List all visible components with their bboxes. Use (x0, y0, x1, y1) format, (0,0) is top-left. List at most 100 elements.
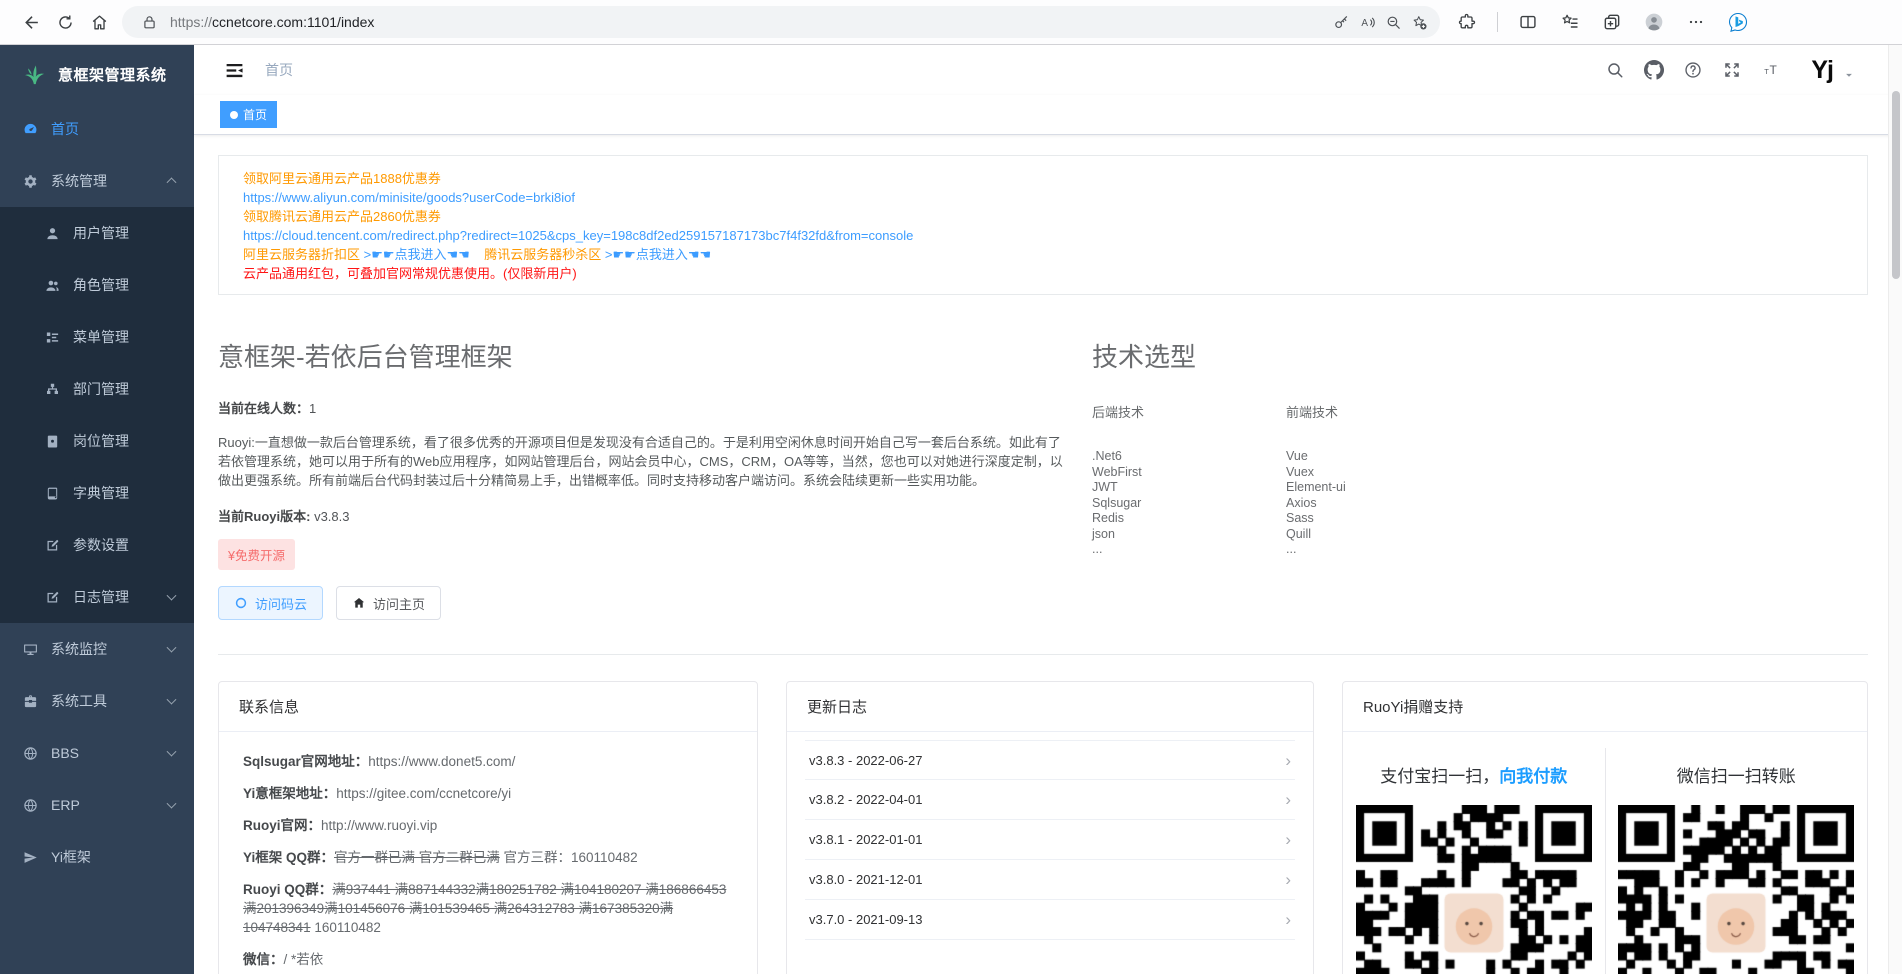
sidebar: 意框架管理系统 首页系统管理用户管理角色管理菜单管理部门管理岗位管理字典管理参数… (0, 45, 194, 974)
sitemap-icon (45, 382, 60, 397)
contact-label: Ruoyi QQ群： (243, 882, 332, 897)
donate-card: RuoYi捐赠支持 支付宝扫一扫，向我付款 微信扫一扫转账 (1342, 681, 1868, 974)
user-avatar[interactable]: Yj (1811, 56, 1833, 85)
contact-row: Ruoyi官网：http://www.ruoyi.vip (243, 816, 733, 835)
sidebar-toggle-icon[interactable] (224, 60, 245, 81)
back-icon[interactable] (14, 6, 48, 38)
github-icon[interactable] (1639, 55, 1669, 85)
contact-row: Sqlsugar官网地址：https://www.donet5.com/ (243, 752, 733, 771)
sidebar-item-label: 岗位管理 (73, 431, 129, 451)
sidebar-item-label: 角色管理 (73, 275, 129, 295)
lock-icon[interactable] (136, 9, 162, 35)
changelog-item[interactable]: v3.7.0 - 2021-09-13› (805, 900, 1295, 940)
read-aloud-icon[interactable] (1354, 9, 1380, 35)
version-value: v3.8.3 (314, 509, 349, 524)
frontend-tech-column: 前端技术 VueVuexElement-uiAxiosSassQuill... (1286, 398, 1480, 558)
scrollbar-thumb[interactable] (1892, 91, 1900, 279)
favorites-icon[interactable] (1553, 6, 1587, 38)
sidebar-item-post-mgmt[interactable]: 岗位管理 (0, 415, 194, 467)
visit-homepage-button[interactable]: 访问主页 (336, 586, 441, 620)
refresh-icon[interactable] (48, 6, 82, 38)
notice-text: 领取腾讯云通用云产品2860优惠券 (243, 209, 441, 224)
breadcrumb[interactable]: 首页 (265, 60, 293, 80)
chevron-down-icon[interactable] (1842, 68, 1856, 82)
changelog-item[interactable]: v3.8.3 - 2022-06-27› (805, 740, 1295, 780)
extensions-icon[interactable] (1450, 6, 1484, 38)
address-bar[interactable]: https://ccnetcore.com:1101/index (122, 6, 1440, 38)
changelog-label: v3.8.3 - 2022-06-27 (809, 753, 922, 768)
sidebar-item-label: 首页 (51, 119, 79, 139)
notice-text: 阿里云服务器折扣区 (243, 247, 364, 262)
collections-icon[interactable] (1595, 6, 1629, 38)
chevron-down-icon (167, 799, 177, 809)
notice-link[interactable]: >☛☛点我进入☚☚ (605, 247, 711, 262)
sidebar-item-dict-mgmt[interactable]: 字典管理 (0, 467, 194, 519)
pay-me-link[interactable]: 向我付款 (1499, 767, 1567, 786)
sidebar-item-system-monitor[interactable]: 系统监控 (0, 623, 194, 675)
search-icon[interactable] (1600, 55, 1630, 85)
alipay-column: 支付宝扫一扫，向我付款 (1343, 748, 1605, 974)
sidebar-item-user-mgmt[interactable]: 用户管理 (0, 207, 194, 259)
sidebar-item-label: ERP (51, 797, 80, 813)
notice-link[interactable]: https://cloud.tencent.com/redirect.php?r… (243, 228, 913, 243)
notice-link[interactable]: >☛☛点我进入☚☚ (364, 247, 470, 262)
tech-item: JWT (1092, 480, 1286, 496)
changelog-item[interactable]: v3.8.0 - 2021-12-01› (805, 860, 1295, 900)
intro-description: Ruoyi:一直想做一款后台管理系统，看了很多优秀的开源项目但是发现没有合适自己… (218, 433, 1064, 490)
app: 意框架管理系统 首页系统管理用户管理角色管理菜单管理部门管理岗位管理字典管理参数… (0, 45, 1902, 974)
tech-item: Element-ui (1286, 480, 1480, 496)
zoom-out-icon[interactable] (1380, 9, 1406, 35)
user-icon (45, 226, 60, 241)
contact-label: 微信： (243, 952, 284, 967)
bing-chat-icon[interactable] (1721, 6, 1755, 38)
sidebar-item-erp[interactable]: ERP (0, 779, 194, 831)
changelog-card-title: 更新日志 (787, 682, 1313, 732)
changelog-item[interactable]: v3.8.1 - 2022-01-01› (805, 820, 1295, 860)
page-title: 意框架-若依后台管理框架 (218, 337, 1064, 374)
page-scrollbar[interactable] (1888, 45, 1902, 974)
sidebar-item-label: 部门管理 (73, 379, 129, 399)
contact-card: 联系信息 Sqlsugar官网地址：https://www.donet5.com… (218, 681, 758, 974)
add-favorite-icon[interactable] (1406, 9, 1432, 35)
sidebar-item-label: 菜单管理 (73, 327, 129, 347)
notice-link[interactable]: https://www.aliyun.com/minisite/goods?us… (243, 190, 575, 205)
font-size-icon[interactable] (1756, 55, 1786, 85)
contact-label: Yi意框架地址： (243, 786, 336, 801)
profile-avatar[interactable] (1637, 6, 1671, 38)
notice-line: 阿里云服务器折扣区 >☛☛点我进入☚☚ 腾讯云服务器秒杀区 >☛☛点我进入☚☚ (243, 245, 1843, 264)
page-content: 领取阿里云通用云产品1888优惠券 https://www.aliyun.com/… (194, 135, 1902, 974)
contact-label: Sqlsugar官网地址： (243, 754, 368, 769)
notice-text: 领取阿里云通用云产品1888优惠券 (243, 171, 441, 186)
tech-item: Quill (1286, 527, 1480, 543)
chevron-down-icon (167, 591, 177, 601)
sidebar-item-dept-mgmt[interactable]: 部门管理 (0, 363, 194, 415)
contact-value: 160110482 (311, 920, 381, 935)
sidebar-item-system-tools[interactable]: 系统工具 (0, 675, 194, 727)
sidebar-item-bbs[interactable]: BBS (0, 727, 194, 779)
sidebar-item-yi-framework[interactable]: Yi框架 (0, 831, 194, 883)
visit-gitee-button[interactable]: 访问码云 (218, 586, 323, 620)
app-logo[interactable]: 意框架管理系统 (0, 45, 194, 103)
screen: https://ccnetcore.com:1101/index 意框架管理系统… (0, 0, 1902, 974)
notice-line: 领取阿里云通用云产品1888优惠券 (243, 169, 1843, 188)
sidebar-item-role-mgmt[interactable]: 角色管理 (0, 259, 194, 311)
tag-home[interactable]: 首页 (220, 101, 277, 128)
changelog-item[interactable]: v3.8.2 - 2022-04-01› (805, 780, 1295, 820)
key-icon[interactable] (1328, 9, 1354, 35)
sidebar-item-param-settings[interactable]: 参数设置 (0, 519, 194, 571)
online-count: 1 (309, 401, 316, 416)
sidebar-item-log-mgmt[interactable]: 日志管理 (0, 571, 194, 623)
sidebar-item-menu-mgmt[interactable]: 菜单管理 (0, 311, 194, 363)
url-text[interactable]: https://ccnetcore.com:1101/index (170, 14, 1328, 30)
tech-item: json (1092, 527, 1286, 543)
split-screen-icon[interactable] (1511, 6, 1545, 38)
fullscreen-icon[interactable] (1717, 55, 1747, 85)
sidebar-item-system-mgmt[interactable]: 系统管理 (0, 155, 194, 207)
settings-menu-icon[interactable] (1679, 6, 1713, 38)
sidebar-item-label: 用户管理 (73, 223, 129, 243)
question-icon[interactable] (1678, 55, 1708, 85)
sidebar-item-home[interactable]: 首页 (0, 103, 194, 155)
free-open-source-tag: ¥免费开源 (218, 539, 295, 570)
browser-actions (1450, 6, 1755, 38)
home-icon[interactable] (82, 6, 116, 38)
